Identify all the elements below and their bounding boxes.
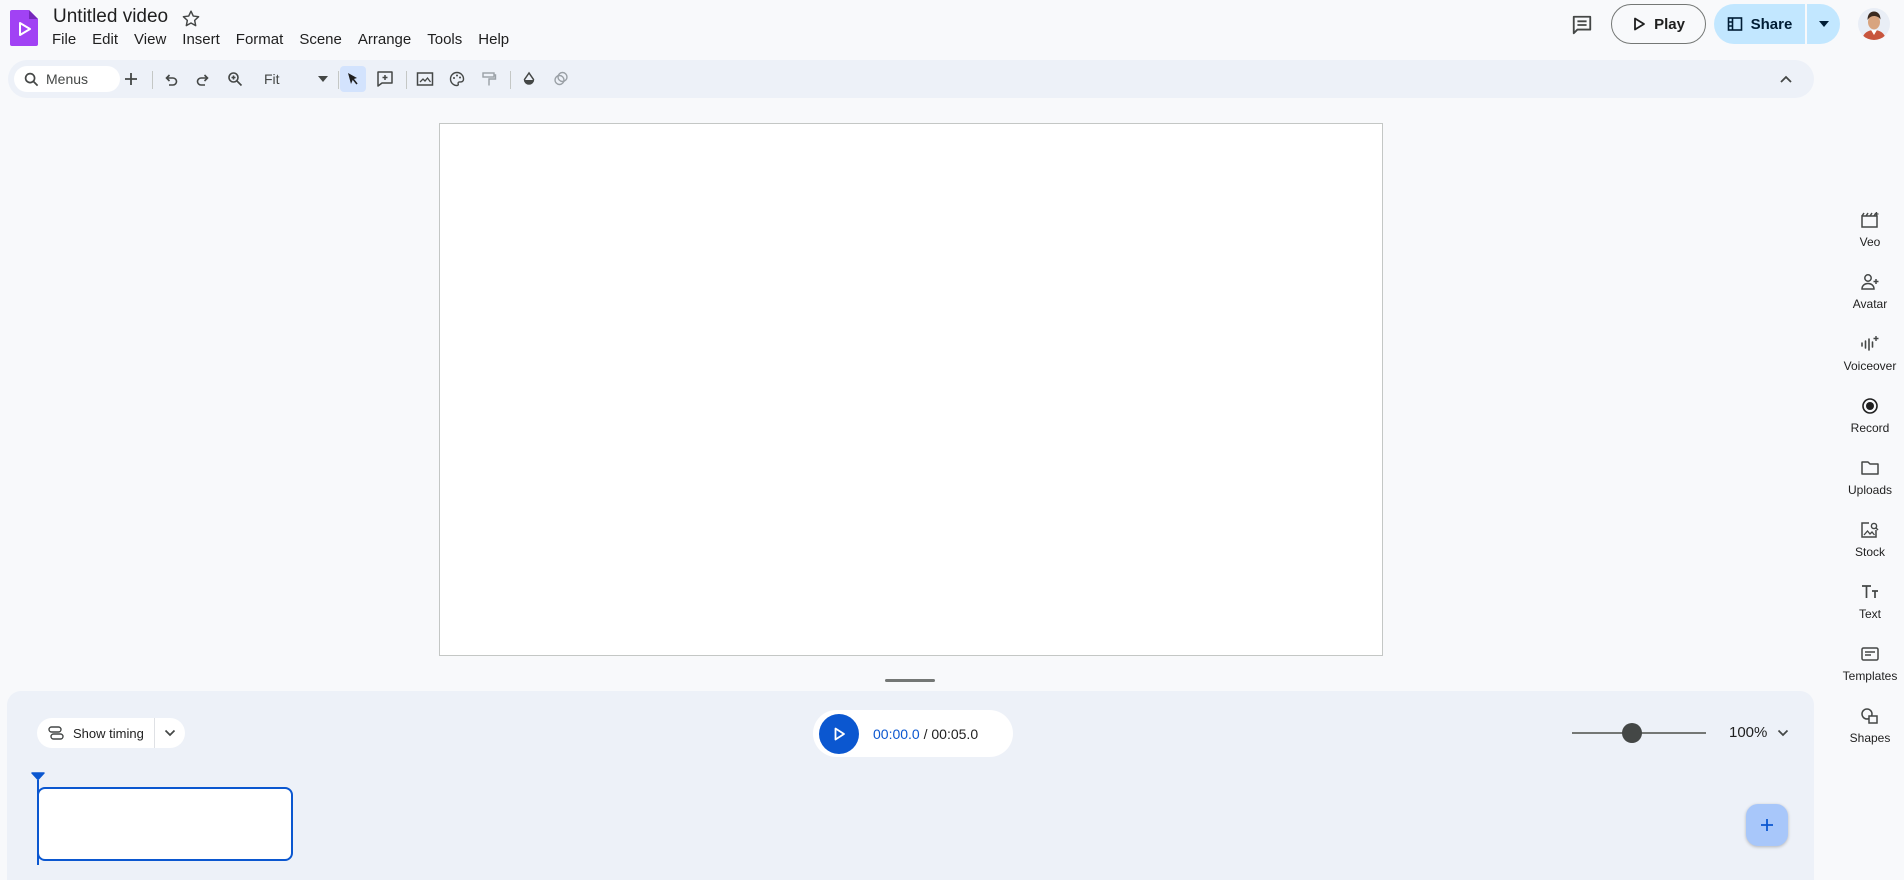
timeline-play-button[interactable]: [819, 713, 859, 754]
timeline-zoom-select[interactable]: 100%: [1729, 724, 1789, 741]
chevron-down-icon: [1778, 729, 1789, 736]
side-item-label: Record: [1850, 421, 1890, 435]
effects-icon[interactable]: [548, 66, 574, 92]
account-avatar[interactable]: [1858, 8, 1890, 40]
add-scene-button[interactable]: [1746, 804, 1788, 846]
menu-help[interactable]: Help: [470, 30, 517, 50]
chevron-down-icon: [164, 729, 175, 737]
veo-icon: [1861, 212, 1879, 228]
toolbar-divider: [152, 71, 153, 89]
app-logo[interactable]: [10, 10, 38, 46]
playback-control: 00:00.0 / 00:05.0: [813, 710, 1013, 757]
menus-search-placeholder: Menus: [46, 71, 89, 87]
voiceover-icon: [1861, 336, 1879, 351]
redo-icon[interactable]: [190, 66, 216, 92]
playhead-marker-icon[interactable]: [31, 772, 45, 780]
side-item-label: Avatar: [1852, 297, 1888, 311]
share-icon: [1727, 17, 1742, 31]
side-item-stock[interactable]: Stock: [1836, 521, 1904, 559]
image-icon[interactable]: [412, 66, 438, 92]
zoom-icon[interactable]: [222, 66, 248, 92]
folder-icon: [1861, 461, 1879, 475]
textbox-icon[interactable]: [372, 66, 398, 92]
side-item-label: Templates: [1842, 669, 1898, 683]
current-time: 00:00.0: [873, 725, 920, 742]
side-item-shapes[interactable]: Shapes: [1836, 707, 1904, 745]
side-item-label: Voiceover: [1843, 359, 1897, 373]
star-icon[interactable]: [180, 8, 202, 30]
menu-view[interactable]: View: [126, 30, 174, 50]
menu-bar: File Edit View Insert Format Scene Arran…: [44, 30, 517, 50]
text-icon: [1862, 585, 1878, 598]
scene-thumbnail[interactable]: [37, 787, 293, 861]
paint-format-icon[interactable]: [476, 66, 502, 92]
side-item-label: Veo: [1859, 235, 1881, 249]
add-icon: [1761, 819, 1773, 831]
share-button-label: Share: [1750, 15, 1793, 33]
comments-button[interactable]: [1567, 10, 1597, 40]
toolbar-divider: [510, 71, 511, 89]
toolbar-divider: [406, 71, 407, 89]
timeline-zoom-value: 100%: [1729, 724, 1768, 741]
side-item-uploads[interactable]: Uploads: [1836, 459, 1904, 497]
share-dropdown-button[interactable]: [1807, 4, 1840, 44]
comment-icon: [1572, 15, 1592, 35]
zoom-select-value: Fit: [264, 71, 280, 87]
timeline-resize-handle[interactable]: [885, 679, 935, 682]
stock-icon: [1861, 522, 1879, 538]
show-timing-dropdown[interactable]: [155, 718, 185, 748]
play-button-label: Play: [1654, 15, 1685, 33]
side-item-voiceover[interactable]: Voiceover: [1836, 335, 1904, 373]
show-timing-label: Show timing: [73, 725, 144, 741]
menu-insert[interactable]: Insert: [174, 30, 228, 50]
shapes-icon: [1861, 708, 1878, 724]
menu-scene[interactable]: Scene: [291, 30, 350, 50]
side-item-label: Uploads: [1847, 483, 1893, 497]
play-icon: [1634, 17, 1645, 31]
document-title[interactable]: Untitled video: [51, 6, 170, 28]
menu-edit[interactable]: Edit: [84, 30, 126, 50]
menu-format[interactable]: Format: [228, 30, 292, 50]
side-item-label: Shapes: [1849, 731, 1891, 745]
share-group: Share: [1714, 4, 1840, 44]
side-item-avatar[interactable]: Avatar: [1836, 273, 1904, 311]
zoom-select[interactable]: Fit: [256, 66, 332, 92]
play-button[interactable]: Play: [1611, 4, 1706, 44]
side-item-record[interactable]: Record: [1836, 397, 1904, 435]
caret-down-icon: [318, 76, 328, 82]
side-item-text[interactable]: Text: [1836, 583, 1904, 621]
collapse-icon[interactable]: [1773, 66, 1799, 92]
record-icon: [1862, 398, 1878, 414]
side-item-templates[interactable]: Templates: [1836, 645, 1904, 683]
side-item-label: Stock: [1854, 545, 1885, 559]
undo-icon[interactable]: [158, 66, 184, 92]
toolbar-divider: [338, 71, 339, 89]
menu-arrange[interactable]: Arrange: [350, 30, 419, 50]
scene-canvas[interactable]: [439, 123, 1383, 656]
timeline-zoom-knob[interactable]: [1622, 723, 1643, 743]
search-icon: [24, 72, 39, 86]
share-button[interactable]: Share: [1714, 4, 1805, 44]
side-item-label: Text: [1858, 607, 1881, 621]
select-icon[interactable]: [340, 66, 366, 92]
show-timing-control: Show timing: [37, 718, 185, 748]
fill-color-icon[interactable]: [516, 66, 542, 92]
templates-icon: [1861, 647, 1879, 661]
menu-tools[interactable]: Tools: [419, 30, 470, 50]
show-timing-button[interactable]: Show timing: [37, 718, 154, 748]
menu-file[interactable]: File: [44, 30, 84, 50]
add-icon[interactable]: [118, 66, 144, 92]
timeline-panel: Show timing 00:00.0 / 00:05.0 100%: [7, 691, 1814, 880]
menus-search[interactable]: Menus: [14, 66, 120, 92]
side-item-veo[interactable]: Veo: [1836, 211, 1904, 249]
time-separator: /: [919, 725, 932, 742]
timing-icon: [48, 726, 64, 740]
total-time: 00:05.0: [931, 725, 979, 742]
playback-time: 00:00.0 / 00:05.0: [873, 726, 978, 742]
avatar-icon: [1861, 274, 1879, 290]
toolbar: Menus Fit: [8, 60, 1814, 98]
palette-icon[interactable]: [444, 66, 470, 92]
play-icon: [834, 727, 845, 740]
caret-down-icon: [1818, 21, 1829, 27]
